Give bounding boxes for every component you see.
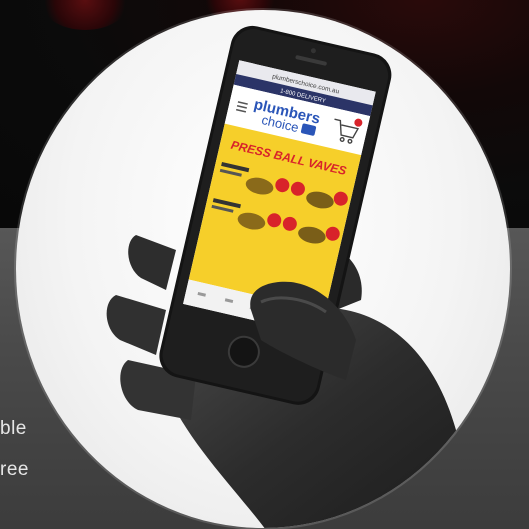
glove-finger [128,235,176,290]
phone-in-gloved-hand: plumberschoice.com.au 1-800 DELIVERY plu… [106,25,471,528]
hero-photo: plumberschoice.com.au 1-800 DELIVERY plu… [16,10,510,528]
glove-finger [106,295,166,355]
